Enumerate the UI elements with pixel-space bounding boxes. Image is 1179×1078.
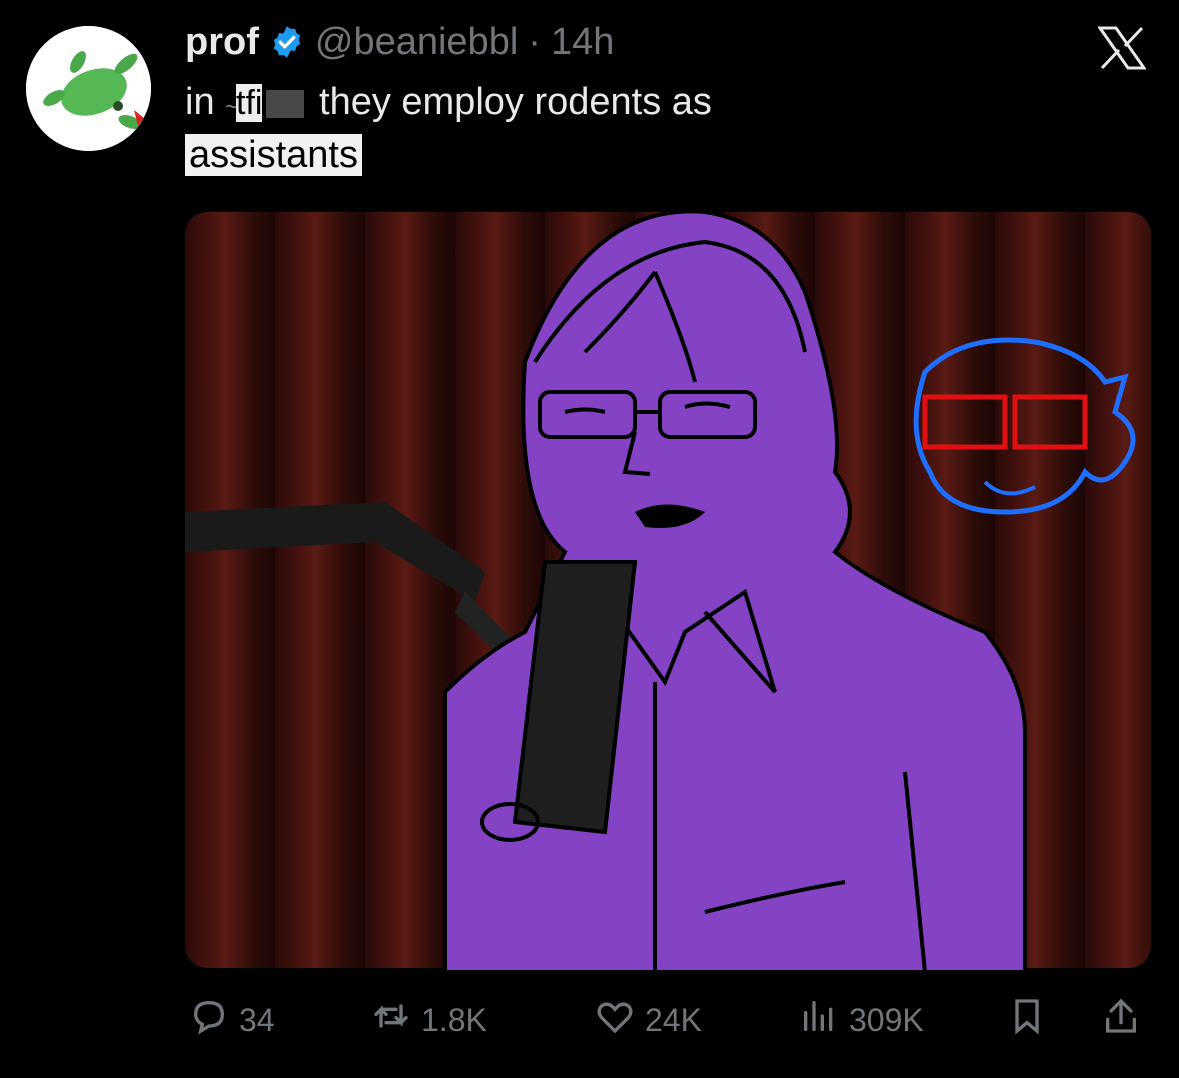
views-icon [799,996,839,1044]
tweet-time[interactable]: 14h [551,21,614,64]
author-handle[interactable]: @beaniebbl [315,21,518,64]
bookmark-button[interactable] [1007,990,1047,1050]
reply-count: 34 [239,1001,275,1038]
red-glasses-right [1012,394,1088,450]
tweet-text-line-2: assistants [185,131,1085,179]
tweet-actions: 34 1.8K 24K 309K [185,990,1151,1050]
share-icon [1101,996,1141,1044]
reply-button[interactable]: 34 [189,990,275,1050]
author-avatar[interactable] [26,26,151,151]
retweet-count: 1.8K [421,1001,487,1038]
views-count: 309K [849,1001,924,1038]
retweet-button[interactable]: 1.8K [371,990,487,1050]
tweet-text-line-1: in ~tfi they employ rodents as [185,78,1085,131]
reply-icon [189,996,229,1044]
text-rest-line-1: they employ rodents as [319,81,712,123]
verified-badge-icon [269,24,305,60]
drawing-overlay [185,212,1136,974]
author-name[interactable]: prof [185,21,259,64]
x-logo-icon[interactable] [1097,26,1147,70]
separator-dot: · [528,20,541,63]
like-button[interactable]: 24K [595,990,702,1050]
frog-plush-avatar-image [26,26,151,151]
tweet-header: prof @beaniebbl · 14h [185,18,614,66]
tweet-text: in ~tfi they employ rodents as assistant… [185,78,1085,179]
share-button[interactable] [1101,990,1141,1050]
text-fragment-tfi: tfi [236,84,263,122]
blue-face-doodle [913,337,1136,515]
bookmark-icon [1007,996,1047,1044]
scribbled-out-text: ~ [225,94,238,119]
tweet-media[interactable] [185,212,1151,974]
scribbled-out-text-2 [266,89,305,118]
heart-icon [595,996,635,1044]
mic-arm-shape [185,502,485,602]
red-glasses-left [922,394,1008,450]
text-word-assistants: assistants [185,134,362,176]
like-count: 24K [645,1001,702,1038]
views-button[interactable]: 309K [799,990,924,1050]
text-word-in: in [185,81,215,123]
retweet-icon [371,996,411,1044]
purple-figure [443,212,1027,974]
